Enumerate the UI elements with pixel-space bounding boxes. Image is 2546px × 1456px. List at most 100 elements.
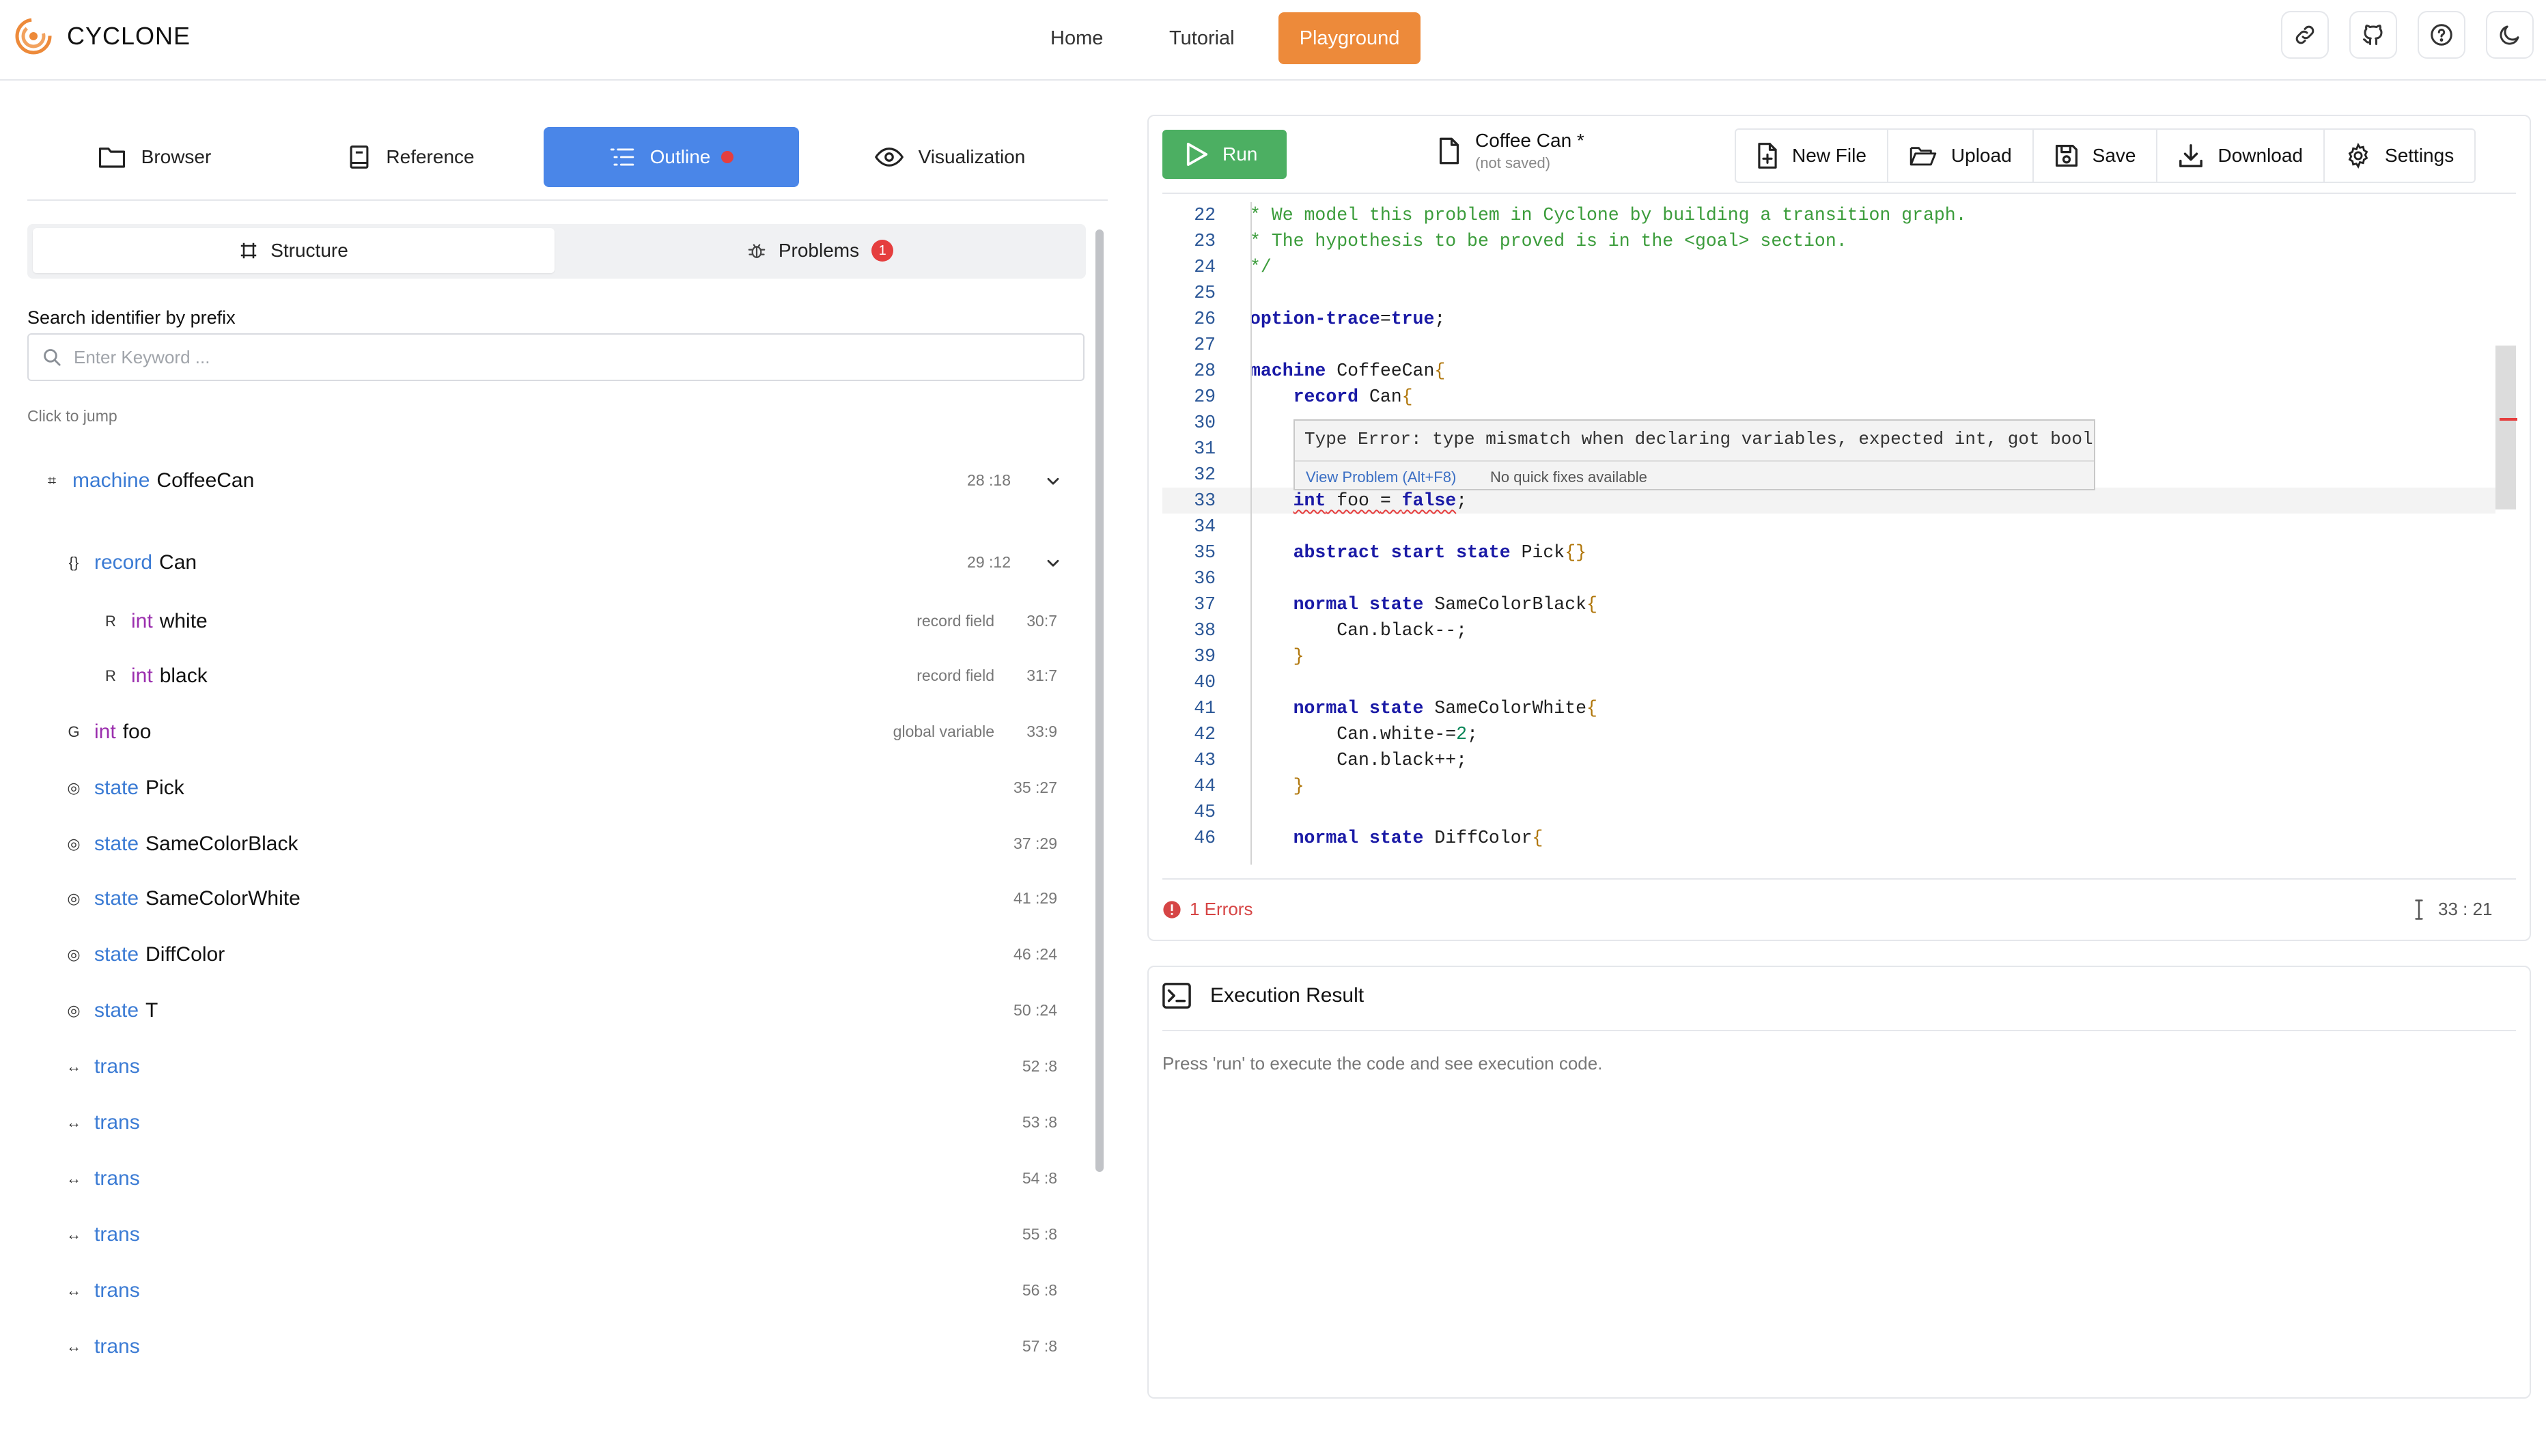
outline-symbol-icon: ↔ (66, 1338, 81, 1355)
code-line[interactable]: 25 (1162, 280, 2495, 306)
github-button[interactable] (2349, 11, 2397, 59)
nav-playground[interactable]: Playground (1278, 12, 1421, 64)
run-button[interactable]: Run (1162, 130, 1287, 179)
outline-item[interactable]: ◎ state T 50 :24 (60, 990, 1076, 1031)
outline-item-position: 28 :18 (967, 471, 1011, 489)
code-line[interactable]: 26 option-trace=true; (1162, 306, 2495, 332)
editor-scrollbar-thumb[interactable] (2495, 346, 2516, 509)
outline-item[interactable]: ◎ state SameColorWhite 41 :29 (60, 878, 1076, 919)
code-line[interactable]: 46 normal state DiffColor{ (1162, 825, 2495, 851)
error-count[interactable]: 1 Errors (1162, 899, 1253, 920)
settings-button[interactable]: Settings (2325, 130, 2474, 182)
outline-scrollbar[interactable] (1095, 229, 1104, 1172)
file-name: Coffee Can * (1475, 130, 1584, 151)
code-line[interactable]: 28 machine CoffeeCan{ (1162, 358, 2495, 384)
code-line[interactable]: 45 (1162, 799, 2495, 825)
nav-tutorial[interactable]: Tutorial (1150, 12, 1254, 64)
code-line[interactable]: 22 * We model this problem in Cyclone by … (1162, 202, 2495, 228)
indent-guide (1250, 202, 1252, 865)
line-number: 31 (1194, 438, 1216, 459)
outline-item[interactable]: ↔ trans 57 :8 (60, 1326, 1076, 1367)
chevron-down-icon[interactable] (1044, 553, 1063, 572)
code-token: = (1380, 309, 1391, 329)
save-button[interactable]: Save (2034, 130, 2158, 182)
tooltip-divider (1295, 460, 2094, 462)
code-token: Can.black--; (1250, 620, 1468, 641)
code-token: {} (1565, 542, 1587, 563)
outline-item-keyword: int (94, 720, 116, 743)
help-button[interactable] (2418, 11, 2465, 59)
outline-item[interactable]: {} record Can 29 :12 (60, 542, 1076, 583)
outline-item-name: foo (122, 720, 152, 743)
folder-open-icon (1909, 144, 1938, 167)
code-text: normal state SameColorWhite{ (1250, 695, 1597, 721)
theme-toggle-button[interactable] (2486, 11, 2534, 59)
code-line[interactable]: 35 abstract start state Pick{} (1162, 540, 2495, 565)
code-line[interactable]: 42 Can.white-=2; (1162, 721, 2495, 747)
outline-item[interactable]: Rint black record field 31:7 (97, 656, 1076, 697)
new-file-button[interactable]: New File (1736, 130, 1888, 182)
code-text: */ (1250, 254, 1272, 280)
outline-symbol-icon: ◎ (67, 1002, 81, 1019)
line-number: 24 (1194, 257, 1216, 277)
download-button[interactable]: Download (2157, 130, 2325, 182)
outline-symbol-icon: R (105, 613, 116, 630)
outline-symbol-icon: ↔ (66, 1226, 81, 1243)
outline-item-position: 31:7 (1026, 667, 1057, 684)
outline-item-kind: global variable (893, 723, 994, 740)
code-line[interactable]: 29 record Can{ (1162, 384, 2495, 410)
chevron-down-icon[interactable] (1044, 471, 1063, 490)
outline-item[interactable]: ↔ trans 53 :8 (60, 1102, 1076, 1143)
outline-item[interactable]: ↔ trans 52 :8 (60, 1046, 1076, 1087)
outline-item[interactable]: ◎ state DiffColor 46 :24 (60, 934, 1076, 975)
outline-item-position: 56 :8 (1022, 1281, 1057, 1299)
code-line[interactable]: 44 } (1162, 773, 2495, 799)
outline-item[interactable]: ↔ trans 55 :8 (60, 1214, 1076, 1255)
code-line[interactable]: 40 (1162, 669, 2495, 695)
code-line[interactable]: 27 (1162, 332, 2495, 358)
outline-item-position: 30:7 (1026, 612, 1057, 630)
code-line[interactable]: 37 normal state SameColorBlack{ (1162, 591, 2495, 617)
code-line[interactable]: 38 Can.black--; (1162, 617, 2495, 643)
code-line[interactable]: 39 } (1162, 643, 2495, 669)
outline-symbol-icon: ◎ (67, 946, 81, 963)
outline-item[interactable]: ↔ trans 54 :8 (60, 1158, 1076, 1199)
outline-item-name: CoffeeCan (156, 469, 255, 492)
code-token: { (1586, 698, 1597, 718)
outline-item[interactable]: ◎ state Pick 35 :27 (60, 768, 1076, 809)
code-text: * We model this problem in Cyclone by bu… (1250, 202, 1967, 228)
upload-button[interactable]: Upload (1888, 130, 2034, 182)
link-button[interactable] (2281, 11, 2329, 59)
line-number: 23 (1194, 231, 1216, 251)
outline-item-keyword: trans (94, 1279, 140, 1302)
outline-item-keyword: trans (94, 1335, 140, 1358)
code-line[interactable]: 36 (1162, 565, 2495, 591)
code-token: } (1293, 646, 1304, 667)
code-line[interactable]: 24 */ (1162, 254, 2495, 280)
outline-item-keyword: state (94, 887, 139, 910)
execution-divider (1162, 1030, 2516, 1031)
code-line[interactable]: 41 normal state SameColorWhite{ (1162, 695, 2495, 721)
code-line[interactable]: 23 * The hypothesis to be proved is in th… (1162, 228, 2495, 254)
code-text: Can.black++; (1250, 747, 1467, 773)
code-token: int (1293, 490, 1326, 511)
outline-item[interactable]: ◎ state SameColorBlack 37 :29 (60, 824, 1076, 865)
error-hover-tooltip: Type Error: type mismatch when declaring… (1293, 419, 2095, 490)
outline-item[interactable]: Gint foo global variable 33:9 (60, 712, 1076, 753)
code-token: SameColorWhite (1423, 698, 1587, 718)
outline-item-keyword: record (94, 551, 153, 574)
outline-item[interactable]: ⌗ machine CoffeeCan 28 :18 (38, 460, 1076, 501)
code-line[interactable]: 33 int foo = false; (1162, 488, 2495, 514)
code-token: { (1434, 361, 1446, 381)
run-button-label: Run (1222, 143, 1258, 165)
code-line[interactable]: 34 (1162, 514, 2495, 540)
tooltip-message: Type Error: type mismatch when declaring… (1304, 429, 2093, 449)
code-line[interactable]: 43 Can.black++; (1162, 747, 2495, 773)
code-editor[interactable]: 22 * We model this problem in Cyclone by … (1162, 202, 2495, 865)
outline-item[interactable]: Rint white record field 30:7 (97, 601, 1076, 642)
line-number: 43 (1194, 750, 1216, 770)
outline-item[interactable]: ↔ trans 56 :8 (60, 1270, 1076, 1311)
view-problem-link[interactable]: View Problem (Alt+F8) (1306, 468, 1456, 486)
outline-item-position: 33:9 (1026, 723, 1057, 740)
